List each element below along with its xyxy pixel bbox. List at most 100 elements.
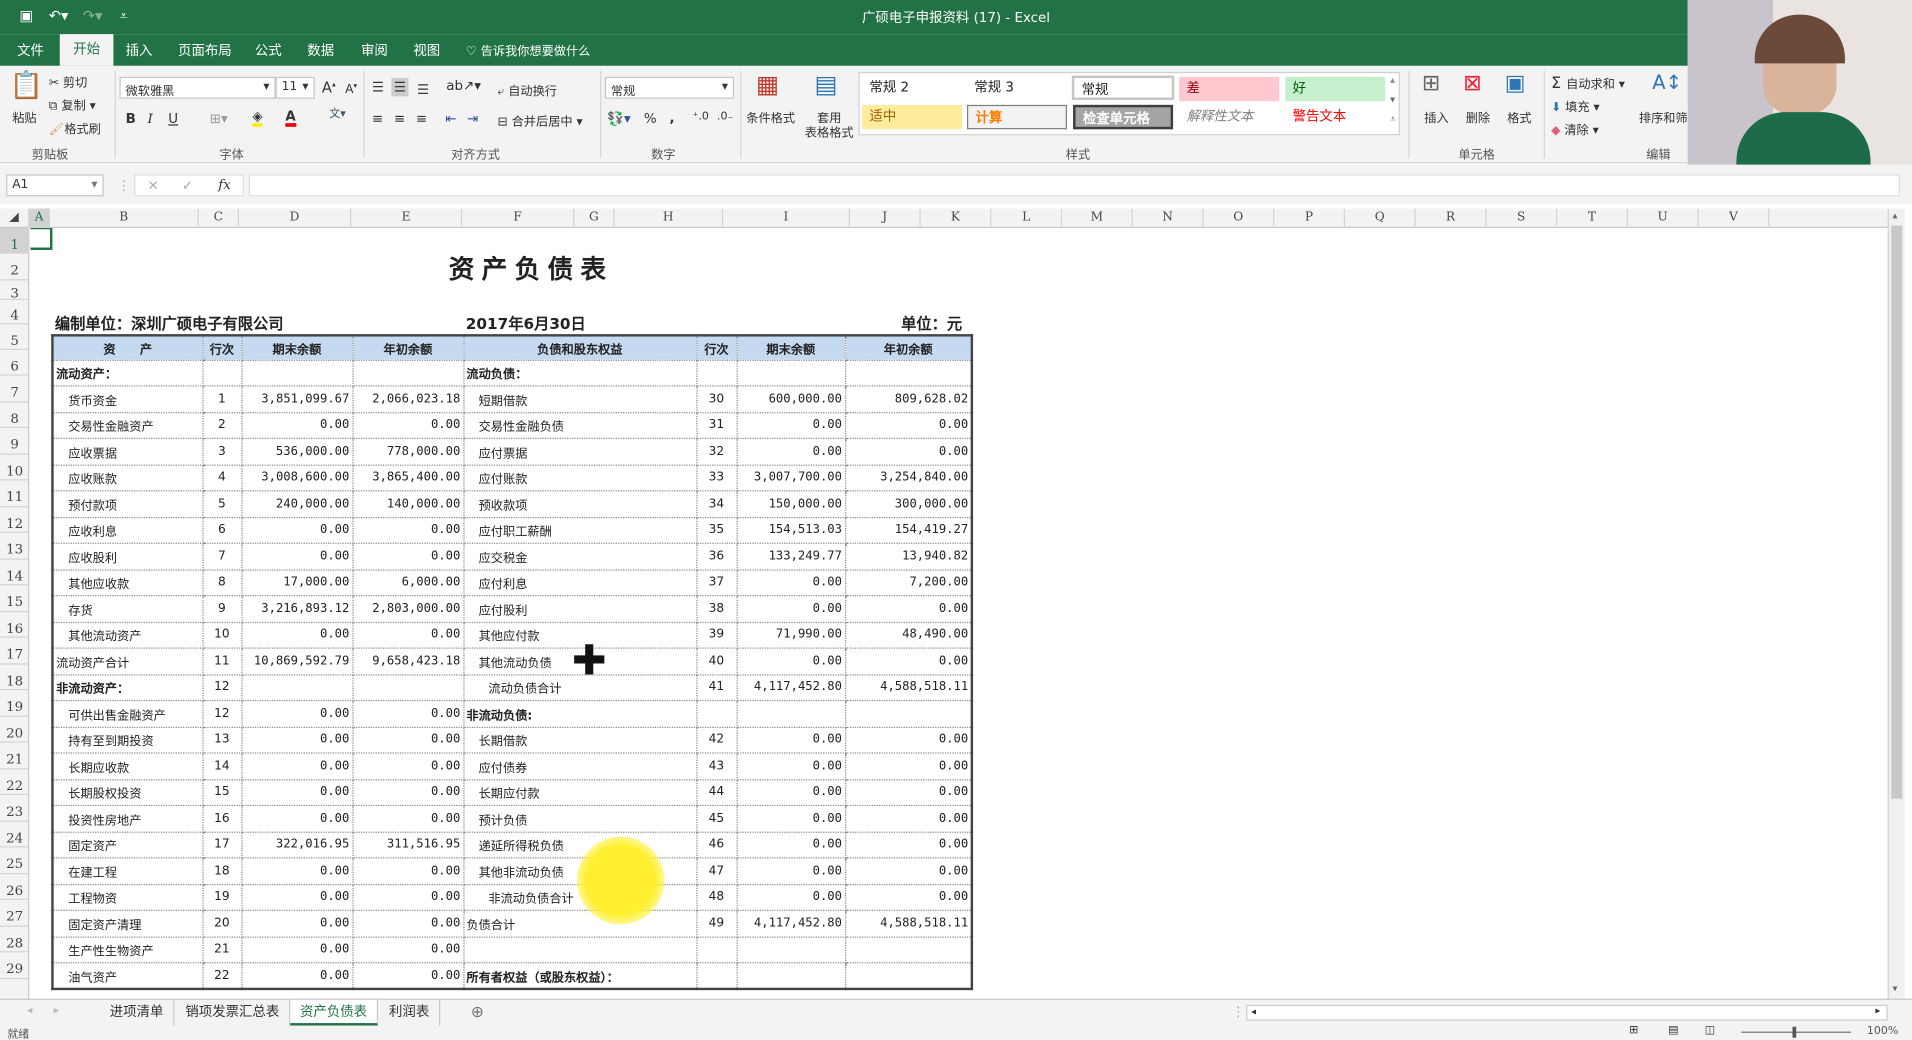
- table-cell[interactable]: 流动资产：: [51, 359, 204, 387]
- column-header[interactable]: O: [1204, 208, 1275, 229]
- table-cell[interactable]: 3,865,400.00: [351, 463, 464, 492]
- table-cell[interactable]: 4,117,452.80: [735, 673, 846, 702]
- gallery-more-icon[interactable]: ⩡: [1390, 114, 1396, 125]
- shrink-font-icon[interactable]: A▾: [345, 82, 357, 97]
- table-cell[interactable]: 0.00: [240, 909, 354, 938]
- row-header[interactable]: 4: [0, 300, 30, 325]
- table-cell[interactable]: 9: [201, 595, 243, 623]
- underline-button[interactable]: U: [168, 112, 178, 125]
- column-header[interactable]: G: [574, 208, 615, 229]
- row-header[interactable]: 17: [0, 638, 30, 664]
- phonetic-icon[interactable]: 文▾: [329, 109, 346, 121]
- table-cell[interactable]: 其他应收款: [51, 568, 204, 597]
- paste-button[interactable]: 粘贴: [12, 107, 36, 125]
- table-cell[interactable]: 0.00: [240, 516, 354, 544]
- table-cell[interactable]: 0.00: [351, 542, 464, 571]
- table-cell[interactable]: 49: [695, 909, 738, 938]
- table-cell[interactable]: 0.00: [844, 411, 973, 439]
- table-cell[interactable]: 应交税金: [462, 542, 697, 571]
- table-cell[interactable]: 可供出售金融资产: [51, 699, 204, 728]
- table-cell[interactable]: 3,851,099.67: [240, 385, 354, 413]
- table-cell[interactable]: 17: [201, 831, 243, 859]
- align-center-icon[interactable]: ≡: [394, 112, 405, 125]
- table-cell[interactable]: 0.00: [351, 778, 464, 807]
- table-cell[interactable]: [240, 359, 354, 387]
- format-as-table-button-2[interactable]: 表格格式: [805, 122, 854, 140]
- table-cell[interactable]: [695, 935, 738, 964]
- increase-indent-icon[interactable]: ⇥: [467, 112, 478, 125]
- table-cell[interactable]: 0.00: [240, 542, 354, 571]
- table-cell[interactable]: 300,000.00: [844, 490, 973, 518]
- table-cell[interactable]: 150,000.00: [735, 490, 846, 518]
- table-cell[interactable]: 46: [695, 831, 738, 859]
- table-cell[interactable]: 71,990.00: [735, 621, 846, 649]
- italic-button[interactable]: I: [148, 112, 153, 125]
- scroll-right-icon[interactable]: ▸: [1875, 1005, 1880, 1016]
- table-cell[interactable]: 33: [695, 463, 738, 492]
- table-cell[interactable]: 7: [201, 542, 243, 571]
- style-check-cell[interactable]: 检查单元格: [1073, 104, 1174, 130]
- column-header[interactable]: R: [1416, 208, 1487, 229]
- column-header[interactable]: L: [991, 208, 1063, 229]
- table-cell[interactable]: 应收账款: [51, 463, 204, 492]
- table-cell[interactable]: 3,254,840.00: [844, 463, 973, 492]
- table-cell[interactable]: 140,000.00: [351, 490, 464, 518]
- table-cell[interactable]: 所有者权益（或股东权益）：: [462, 962, 697, 990]
- column-header-cell[interactable]: 期末余额: [735, 334, 846, 361]
- row-header[interactable]: 9: [0, 428, 30, 455]
- clear-button[interactable]: ◆ 清除 ▾: [1551, 120, 1599, 137]
- table-cell[interactable]: 油气资产: [51, 962, 204, 990]
- table-cell[interactable]: 应付股利: [462, 595, 697, 623]
- column-header[interactable]: Q: [1345, 208, 1416, 229]
- table-cell[interactable]: 应付利息: [462, 568, 697, 597]
- table-cell[interactable]: [695, 699, 738, 728]
- format-cells-button[interactable]: 格式: [1507, 107, 1531, 125]
- table-cell[interactable]: 6: [201, 516, 243, 544]
- row-header[interactable]: 11: [0, 480, 30, 507]
- table-cell[interactable]: 11: [201, 647, 243, 675]
- table-cell[interactable]: [844, 359, 973, 387]
- active-cell-a1[interactable]: [30, 228, 53, 250]
- column-header[interactable]: M: [1062, 208, 1133, 229]
- table-cell[interactable]: 0.00: [351, 935, 464, 964]
- wrap-text-button[interactable]: ⤶ 自动换行: [498, 80, 557, 98]
- vertical-scrollbar[interactable]: ▴ ▾: [1887, 208, 1905, 999]
- table-cell[interactable]: 778,000.00: [351, 437, 464, 466]
- table-cell[interactable]: 0.00: [844, 831, 973, 859]
- font-size-select[interactable]: 11 ▾: [275, 76, 315, 99]
- table-cell[interactable]: 0.00: [351, 962, 464, 990]
- tab-home[interactable]: 开始: [59, 34, 114, 66]
- table-cell[interactable]: 应收票据: [51, 437, 204, 466]
- table-cell[interactable]: 预收款项: [462, 490, 697, 518]
- column-header-cell[interactable]: 年初余额: [351, 334, 464, 361]
- gallery-down-icon[interactable]: ▾: [1390, 95, 1395, 105]
- normal-view-icon[interactable]: ⊞: [1629, 1025, 1638, 1037]
- table-cell[interactable]: 应付职工薪酬: [462, 516, 697, 544]
- table-cell[interactable]: 2: [201, 411, 243, 439]
- table-cell[interactable]: 133,249.77: [735, 542, 846, 571]
- table-cell[interactable]: 536,000.00: [240, 437, 354, 466]
- table-cell[interactable]: 10: [201, 621, 243, 649]
- table-cell[interactable]: [240, 673, 354, 702]
- row-header[interactable]: 29: [0, 952, 30, 979]
- bold-button[interactable]: B: [126, 112, 136, 125]
- tab-formulas[interactable]: 公式: [248, 40, 289, 60]
- tab-page-layout[interactable]: 页面布局: [171, 40, 239, 60]
- row-header[interactable]: 10: [0, 454, 30, 481]
- row-header[interactable]: 12: [0, 507, 30, 533]
- table-cell[interactable]: 5: [201, 490, 243, 518]
- table-cell[interactable]: 20: [201, 909, 243, 938]
- table-cell[interactable]: 12: [201, 673, 243, 702]
- style-normal-2[interactable]: 常规 2: [862, 76, 962, 100]
- style-good[interactable]: 好: [1285, 76, 1386, 102]
- table-cell[interactable]: 0.00: [240, 621, 354, 649]
- drag-handle-icon[interactable]: ⋮: [117, 179, 130, 192]
- table-cell[interactable]: 负债合计: [462, 909, 697, 938]
- table-cell[interactable]: 3: [201, 437, 243, 466]
- column-header[interactable]: D: [239, 208, 352, 229]
- align-right-icon[interactable]: ≡: [416, 112, 427, 125]
- style-bad[interactable]: 差: [1179, 76, 1280, 102]
- table-cell[interactable]: 流动负债：: [462, 359, 697, 387]
- table-cell[interactable]: 4,117,452.80: [735, 909, 846, 938]
- copy-button[interactable]: ⧉ 复制 ▾: [49, 95, 96, 113]
